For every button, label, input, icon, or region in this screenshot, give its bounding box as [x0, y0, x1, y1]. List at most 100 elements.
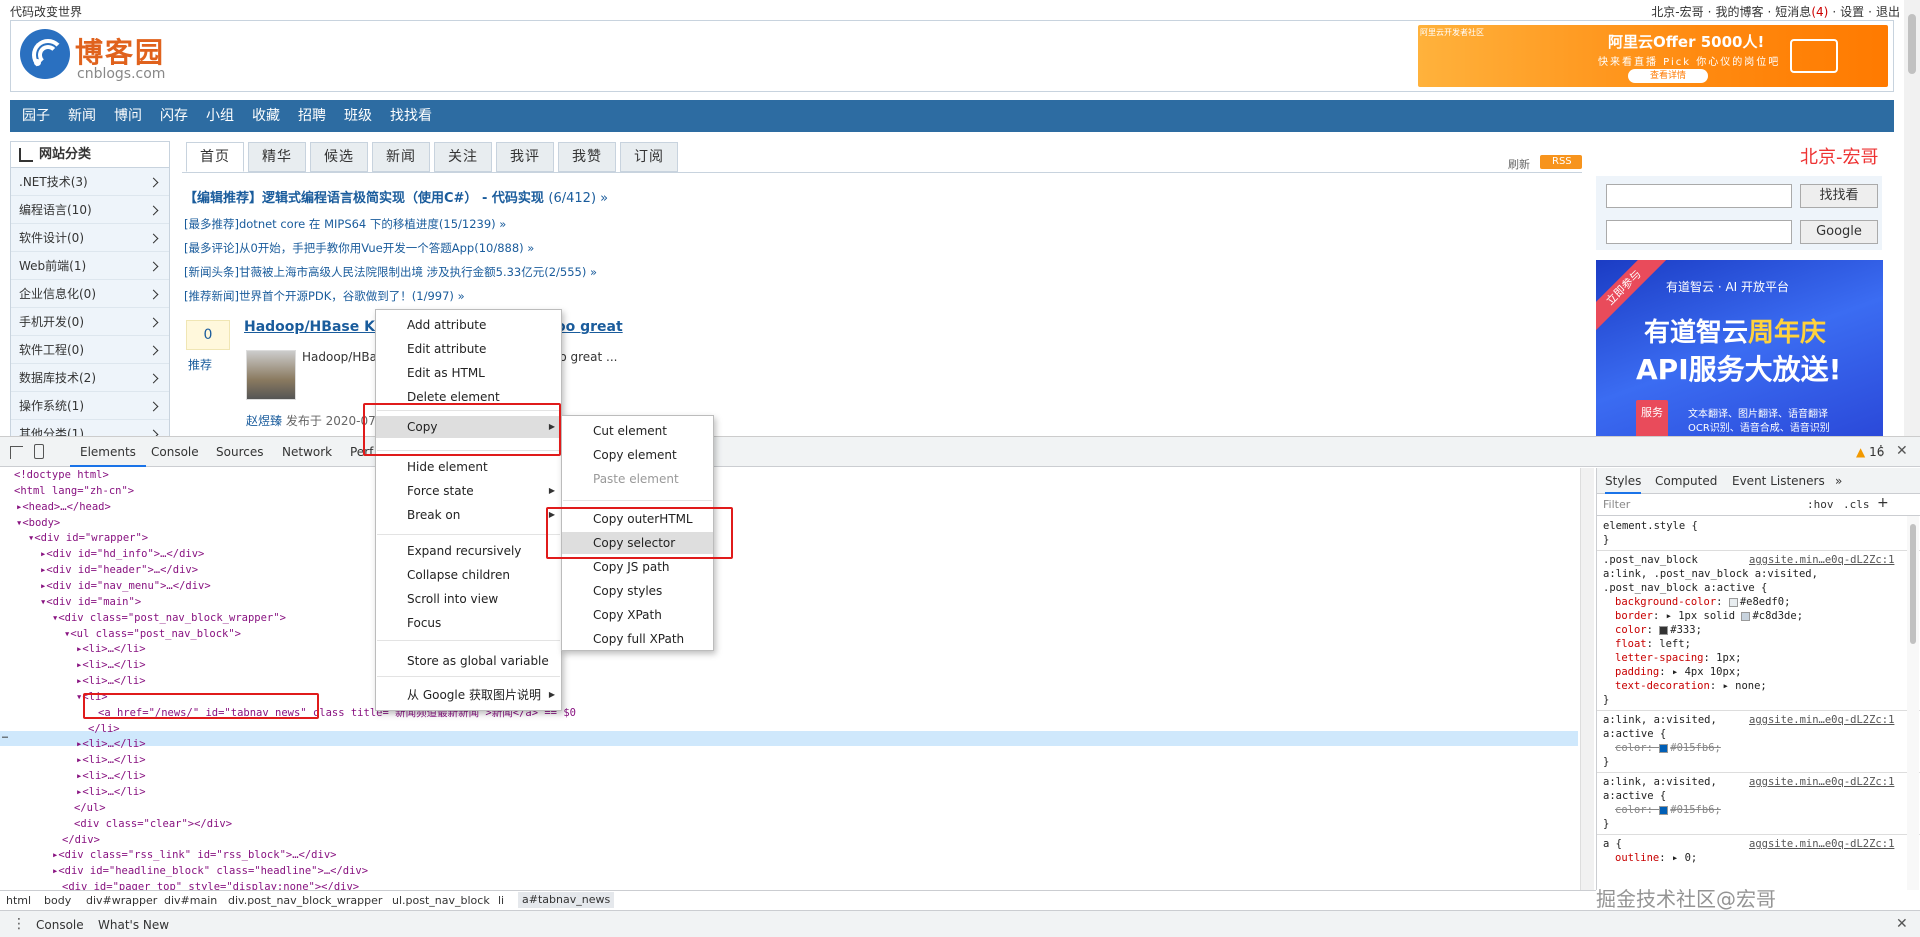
rule-source-link[interactable]: aggsite.min…e0q-dL2Zc:1 [1749, 554, 1894, 566]
category-item[interactable]: 操作系统(1) [11, 392, 169, 420]
close-devtools-icon[interactable]: ✕ [1896, 443, 1908, 459]
class-toggle[interactable]: .cls [1843, 498, 1870, 511]
device-toolbar-icon[interactable] [34, 444, 44, 459]
style-property[interactable]: background-color: #e8edf0; [1615, 596, 1790, 608]
category-item[interactable]: 软件工程(0) [11, 336, 169, 364]
overridden-property[interactable]: color: #015fb6; [1615, 804, 1721, 816]
context-menu-item[interactable]: Store as global variable [376, 650, 561, 672]
breadcrumb-item[interactable]: li [498, 894, 504, 907]
tab-computed[interactable]: Computed [1655, 468, 1717, 494]
breadcrumb-item[interactable]: a#tabnav_news [518, 892, 615, 908]
rss-badge[interactable]: RSS [1540, 155, 1582, 169]
category-item[interactable]: 手机开发(0) [11, 308, 169, 336]
context-menu-item[interactable]: Hide element [376, 456, 561, 478]
copy-submenu-item[interactable]: Copy selector [562, 532, 713, 554]
category-item[interactable]: .NET技术(3) [11, 168, 169, 196]
category-item[interactable]: 其他分类(1) [11, 420, 169, 436]
dom-node-row[interactable]: ▾<div class="post_nav_block_wrapper"> [52, 611, 286, 626]
copy-submenu-item[interactable]: Copy outerHTML [562, 508, 713, 530]
dom-node-row[interactable]: ▸<li>…</li> [76, 658, 146, 673]
copy-submenu-item[interactable]: Copy XPath [562, 604, 713, 626]
tab-styles[interactable]: Styles [1605, 468, 1642, 494]
context-menu-item[interactable]: Collapse children [376, 564, 561, 586]
context-menu-item[interactable]: Break on ▶ [376, 504, 561, 526]
tab-event-listeners[interactable]: Event Listeners [1732, 468, 1825, 494]
tab-performance[interactable]: Perf [350, 437, 373, 467]
messages-link[interactable]: 短消息 [1775, 5, 1811, 19]
dom-node-row[interactable]: ▸<li>…</li> [76, 769, 146, 784]
tab-console[interactable]: Console [151, 437, 199, 467]
node-actions-dots[interactable]: … [2, 730, 8, 741]
post-nav-tab[interactable]: 候选 [310, 142, 368, 172]
rule-selector[interactable]: a { [1603, 838, 1622, 850]
category-item[interactable]: 数据库技术(2) [11, 364, 169, 392]
more-options-icon[interactable]: ⋮ [1874, 443, 1888, 459]
rule-selector[interactable]: a:link, .post_nav_block a:visited, [1603, 568, 1818, 580]
post-title-tail[interactable]: oo great [556, 319, 623, 335]
styles-filter-input[interactable]: Filter [1603, 498, 1630, 511]
post-nav-tab[interactable]: 订阅 [620, 142, 678, 172]
context-menu-item[interactable]: Expand recursively [376, 540, 561, 562]
dom-node-row[interactable]: ▸<div class="rss_link" id="rss_block">…<… [52, 848, 336, 863]
copy-submenu-item[interactable]: Copy full XPath [562, 628, 713, 650]
my-blog-link[interactable]: 我的博客 [1715, 5, 1763, 19]
nav-menu-item[interactable]: 新闻 [68, 100, 96, 132]
post-nav-tab[interactable]: 新闻 [372, 142, 430, 172]
digg-count[interactable]: 0 [186, 320, 230, 350]
nav-menu-item[interactable]: 招聘 [298, 100, 326, 132]
elements-scrollbar[interactable] [1580, 468, 1594, 890]
hover-state-toggle[interactable]: :hov [1807, 498, 1834, 511]
post-nav-tab[interactable]: 精华 [248, 142, 306, 172]
color-swatch-icon[interactable] [1741, 611, 1751, 621]
dom-node-row[interactable]: <div id="pager_top" style="display:none"… [62, 880, 359, 890]
nav-menu-item[interactable]: 找找看 [390, 100, 432, 132]
google-search-button[interactable]: Google [1800, 220, 1878, 244]
dom-node-row[interactable]: </div> [62, 833, 100, 848]
more-tabs-icon[interactable]: » [1835, 468, 1842, 494]
category-item[interactable]: Web前端(1) [11, 252, 169, 280]
context-menu-item[interactable]: Edit attribute [376, 338, 561, 360]
styles-scrollbar[interactable] [1907, 516, 1919, 890]
nav-menu-item[interactable]: 闪存 [160, 100, 188, 132]
dom-node-row[interactable]: <!doctype html> [14, 468, 109, 483]
post-nav-tab[interactable]: 首页 [186, 142, 244, 172]
settings-link[interactable]: 设置 [1840, 5, 1864, 19]
site-search-input[interactable] [1606, 184, 1792, 208]
logout-link[interactable]: 退出 [1876, 5, 1900, 19]
blog-owner-name[interactable]: 北京-宏哥 [1800, 143, 1879, 169]
dom-node-row[interactable]: ▸<div id="nav_menu">…</div> [40, 579, 211, 594]
overridden-property[interactable]: color: #015fb6; [1615, 742, 1721, 754]
nav-menu-item[interactable]: 收藏 [252, 100, 280, 132]
close-drawer-icon[interactable]: ✕ [1896, 916, 1908, 932]
google-search-input[interactable] [1606, 220, 1792, 244]
color-swatch-icon[interactable] [1659, 625, 1669, 635]
breadcrumb-item[interactable]: div#main [164, 894, 217, 907]
refresh-link[interactable]: 刷新 [1508, 156, 1530, 172]
dom-node-row[interactable]: ▸<li>…</li> [76, 753, 146, 768]
author-link[interactable]: 赵煜臻 [246, 414, 282, 428]
page-scrollbar[interactable] [1904, 0, 1920, 436]
context-menu-item[interactable]: Delete element [376, 386, 561, 408]
recommend-button[interactable]: 推荐 [188, 356, 212, 373]
context-menu-item[interactable]: Scroll into view [376, 588, 561, 610]
ad-button[interactable]: 查看详情 [1628, 69, 1708, 83]
post-title[interactable]: Hadoop/HBase Ker [244, 319, 391, 335]
style-property[interactable]: color: #333; [1615, 624, 1702, 636]
headline-item[interactable]: [最多推荐]dotnet core 在 MIPS64 下的移植进度(15/123… [184, 216, 506, 232]
dom-node-row[interactable]: ▾<body> [16, 516, 60, 531]
element-style-rule[interactable]: element.style { [1603, 520, 1698, 532]
rule-selector[interactable]: a:link, a:visited, [1603, 776, 1717, 788]
style-property[interactable]: float: left; [1615, 638, 1691, 650]
breadcrumb-item[interactable]: body [44, 894, 71, 907]
dom-node-row[interactable]: ▸<li>…</li> [76, 674, 146, 689]
category-item[interactable]: 软件设计(0) [11, 224, 169, 252]
rule-selector[interactable]: a:active { [1603, 790, 1666, 802]
copy-submenu-item[interactable]: Copy styles [562, 580, 713, 602]
rule-selector[interactable]: .post_nav_block a:active { [1603, 582, 1767, 594]
rule-selector[interactable]: a:link, a:visited, [1603, 714, 1717, 726]
rule-selector[interactable]: .post_nav_block [1603, 554, 1698, 566]
context-menu-item[interactable]: 从 Google 获取图片说明 ▶ [376, 684, 561, 706]
context-menu-item[interactable]: Copy ▶ [376, 416, 561, 438]
right-ad-banner[interactable]: 立即参与 有道智云 · AI 开放平台 有道智云周年庆 API服务大放送! 服务… [1596, 260, 1883, 436]
breadcrumb-item[interactable]: ul.post_nav_block [392, 894, 490, 907]
